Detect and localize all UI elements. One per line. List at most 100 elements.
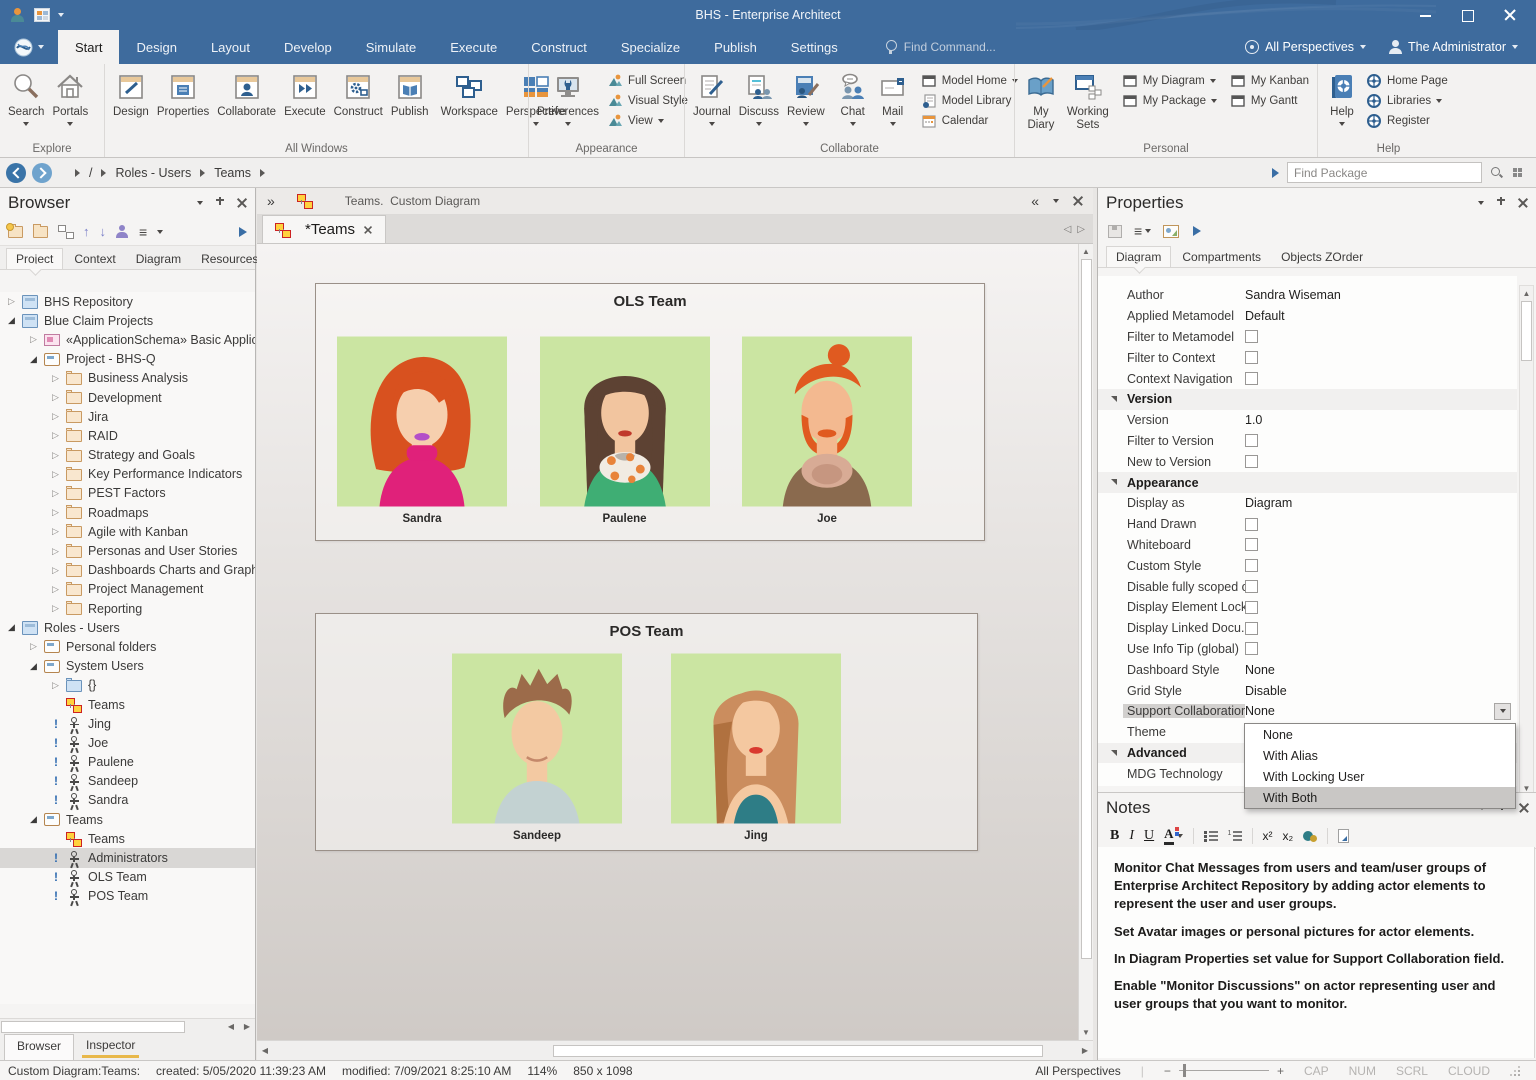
tree-item[interactable]: Project Management: [0, 580, 255, 599]
scroll-left-icon[interactable]: ◀: [257, 1044, 273, 1058]
maximize-button[interactable]: [1462, 9, 1474, 21]
tree-expand-icon[interactable]: [52, 565, 66, 576]
zoom-out-icon[interactable]: −: [1164, 1064, 1171, 1078]
font-color-caret-icon[interactable]: [1177, 834, 1183, 838]
team-boundary-pos[interactable]: POS Team: [315, 613, 978, 851]
property-row[interactable]: Whiteboard: [1098, 535, 1517, 556]
tree-item[interactable]: {}: [0, 676, 255, 695]
tree-item[interactable]: Blue Claim Projects: [0, 311, 255, 330]
tree-item[interactable]: Roles - Users: [0, 618, 255, 637]
tree-expand-icon[interactable]: [8, 622, 22, 633]
mail-button[interactable]: Mail: [873, 68, 913, 129]
hyperlink-globe-icon[interactable]: [1303, 829, 1317, 843]
property-row[interactable]: Filter to Context: [1098, 347, 1517, 368]
browser-tab[interactable]: Project: [6, 248, 63, 269]
notes-text[interactable]: Monitor Chat Messages from users and tea…: [1098, 847, 1535, 1058]
tree-expand-icon[interactable]: [30, 661, 44, 672]
ribbon-tab[interactable]: Design: [119, 30, 193, 64]
actor-avatar[interactable]: Sandeep: [452, 653, 622, 842]
properties-menu-caret-icon[interactable]: [1478, 201, 1484, 205]
tree-item[interactable]: Business Analysis: [0, 369, 255, 388]
tree-item[interactable]: Agile with Kanban: [0, 522, 255, 541]
perspectives-selector[interactable]: All Perspectives: [1245, 40, 1366, 54]
browser-tab[interactable]: Context: [65, 249, 124, 269]
properties-close-icon[interactable]: [1518, 198, 1528, 208]
tree-item[interactable]: Project - BHS-Q: [0, 350, 255, 369]
search-button[interactable]: Search: [4, 68, 48, 129]
workspace-button[interactable]: Workspace: [437, 68, 502, 122]
scrollbar-thumb[interactable]: [553, 1045, 1043, 1057]
journal-button[interactable]: Journal: [689, 68, 735, 129]
property-row[interactable]: Filter to Version: [1098, 431, 1517, 452]
document-tab-teams[interactable]: *Teams: [262, 215, 386, 243]
browser-menu-caret-icon[interactable]: [197, 201, 203, 205]
tree-item[interactable]: Joe: [0, 733, 255, 752]
user-filter-icon[interactable]: [116, 225, 129, 238]
preferences-button[interactable]: Preferences: [533, 68, 603, 129]
linked-document-icon[interactable]: [1338, 829, 1349, 843]
properties-hamburger-caret-icon[interactable]: [1145, 229, 1151, 233]
my-package-button[interactable]: My Package: [1122, 93, 1217, 109]
property-checkbox[interactable]: [1245, 518, 1258, 531]
breadcrumb-item[interactable]: /: [66, 166, 92, 180]
new-folder-icon[interactable]: [33, 226, 48, 238]
appearance-image-icon[interactable]: [1163, 225, 1179, 238]
numbered-list-button[interactable]: [1228, 830, 1242, 842]
zoom-slider-track[interactable]: [1179, 1070, 1269, 1071]
breadcrumb-item[interactable]: Teams: [191, 166, 251, 180]
tree-item[interactable]: Paulene: [0, 753, 255, 772]
properties-tab[interactable]: Compartments: [1173, 247, 1270, 267]
property-row[interactable]: Custom Style: [1098, 555, 1517, 576]
tree-item[interactable]: Teams: [0, 695, 255, 714]
scroll-right-icon[interactable]: ▶: [1077, 1044, 1093, 1058]
tree-item[interactable]: Administrators: [0, 848, 255, 867]
properties-hamburger-icon[interactable]: ≡: [1134, 224, 1142, 238]
view-button[interactable]: View: [607, 113, 688, 129]
tree-expand-icon[interactable]: [52, 469, 66, 480]
package-grid-icon[interactable]: [1512, 166, 1526, 180]
tree-item[interactable]: BHS Repository: [0, 292, 255, 311]
model-library-button[interactable]: Model Library: [921, 93, 1018, 109]
tree-expand-icon[interactable]: [30, 814, 44, 825]
discuss-button[interactable]: Discuss: [735, 68, 783, 129]
tree-expand-icon[interactable]: [52, 450, 66, 461]
move-up-icon[interactable]: ↑: [83, 225, 90, 238]
superscript-button[interactable]: x²: [1263, 829, 1273, 843]
tree-item[interactable]: Reporting: [0, 599, 255, 618]
tree-item[interactable]: OLS Team: [0, 868, 255, 887]
nav-back-button[interactable]: [6, 163, 26, 183]
property-row[interactable]: Version 1.0: [1098, 410, 1517, 431]
dropdown-option[interactable]: With Alias: [1245, 745, 1515, 766]
tree-expand-icon[interactable]: [52, 526, 66, 537]
tree-item[interactable]: Jing: [0, 714, 255, 733]
tab-scroll-left-icon[interactable]: ◁: [1064, 224, 1072, 235]
tree-expand-icon[interactable]: [8, 315, 22, 326]
tree-expand-icon[interactable]: [30, 354, 44, 365]
tree-item[interactable]: Strategy and Goals: [0, 446, 255, 465]
tree-expand-icon[interactable]: [52, 584, 66, 595]
tree-item[interactable]: System Users: [0, 657, 255, 676]
dropdown-option[interactable]: With Both: [1245, 787, 1515, 808]
new-diagram-icon[interactable]: [58, 225, 73, 238]
properties-scrollbar[interactable]: ▲ ▼: [1519, 285, 1534, 797]
tree-item[interactable]: Teams: [0, 829, 255, 848]
tree-item[interactable]: Dashboards Charts and Graphs: [0, 561, 255, 580]
properties-button[interactable]: Properties: [153, 68, 213, 122]
property-checkbox[interactable]: [1245, 351, 1258, 364]
construct-button[interactable]: Construct: [330, 68, 387, 122]
visual-style-button[interactable]: Visual Style: [607, 93, 688, 109]
scrollbar-thumb[interactable]: [1521, 301, 1532, 361]
property-checkbox[interactable]: [1245, 330, 1258, 343]
tree-item[interactable]: Teams: [0, 810, 255, 829]
tree-expand-icon[interactable]: [52, 680, 66, 691]
property-row[interactable]: Display as Diagram: [1098, 493, 1517, 514]
breadcrumb-item[interactable]: Roles - Users: [92, 166, 191, 180]
collaborate-button[interactable]: Collaborate: [213, 68, 280, 122]
property-checkbox[interactable]: [1245, 559, 1258, 572]
property-row[interactable]: Dashboard Style None: [1098, 659, 1517, 680]
find-command-box[interactable]: [885, 30, 1074, 64]
my-kanban-button[interactable]: My Kanban: [1230, 73, 1309, 89]
pane-menu-caret-icon[interactable]: [1053, 199, 1059, 203]
help-button[interactable]: Help: [1322, 68, 1362, 129]
property-row[interactable]: Appearance: [1098, 472, 1517, 493]
